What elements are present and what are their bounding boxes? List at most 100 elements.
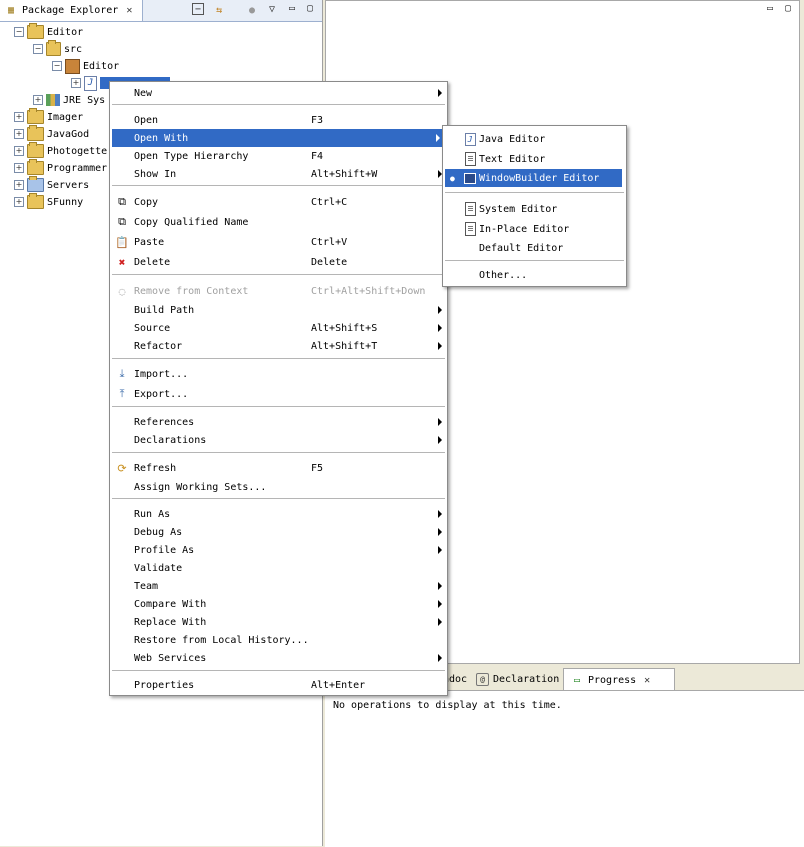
- tree-item-label: Editor: [83, 60, 120, 72]
- expand-icon[interactable]: +: [33, 95, 43, 105]
- tree-item-javagod[interactable]: + JavaGod: [14, 125, 89, 142]
- menu-item-remove-from-context[interactable]: ◌ Remove from Context Ctrl+Alt+Shift+Down: [110, 282, 447, 300]
- package-explorer-tab[interactable]: ▦ Package Explorer ✕: [0, 0, 144, 21]
- tree-item-programmer[interactable]: + Programmer: [14, 159, 107, 176]
- menu-item-debug-as[interactable]: Debug As: [110, 523, 447, 541]
- tree-item-src[interactable]: − src: [33, 40, 82, 57]
- minimize-icon[interactable]: ▭: [763, 1, 777, 15]
- menu-item-assign-working-sets[interactable]: Assign Working Sets...: [110, 478, 447, 496]
- maximize-icon[interactable]: ▢: [781, 1, 795, 15]
- menu-item-windowbuilder-editor[interactable]: ● WindowBuilder Editor: [445, 169, 622, 187]
- link-with-editor-icon[interactable]: ⇆: [212, 3, 226, 17]
- submenu-arrow-icon: [436, 134, 440, 142]
- menu-item-default-editor[interactable]: Default Editor: [443, 239, 626, 257]
- import-icon: ⤓: [119, 367, 125, 380]
- tree-item-label: Servers: [47, 179, 90, 191]
- menu-item-label: Build Path: [134, 304, 195, 316]
- view-menu-icon[interactable]: ▽: [265, 2, 279, 16]
- tree-item-label: Imager: [47, 111, 84, 123]
- menu-item-open[interactable]: Open F3: [110, 111, 447, 129]
- menu-item-copy[interactable]: ⧉ Copy Ctrl+C: [110, 193, 447, 211]
- refresh-icon: ⟳: [117, 461, 127, 475]
- menu-item-label: Other...: [479, 269, 528, 281]
- tree-item-jre[interactable]: + JRE Sys: [33, 92, 105, 108]
- expand-icon[interactable]: +: [14, 180, 24, 190]
- menu-item-web-services[interactable]: Web Services: [110, 649, 447, 667]
- menu-item-build-path[interactable]: Build Path: [110, 301, 447, 319]
- menu-item-open-with[interactable]: Open With: [112, 129, 445, 147]
- source-folder-icon: [46, 40, 61, 56]
- menu-separator: [112, 498, 445, 499]
- menu-item-export[interactable]: ⤒ Export...: [110, 385, 447, 403]
- menu-item-accelerator: Alt+Shift+S: [311, 322, 378, 334]
- tab-declaration[interactable]: @ Declaration: [470, 668, 565, 690]
- tree-item-imager[interactable]: + Imager: [14, 108, 84, 125]
- expand-icon[interactable]: +: [14, 197, 24, 207]
- menu-item-references[interactable]: References: [110, 413, 447, 431]
- tree-item-servers[interactable]: + Servers: [14, 176, 90, 193]
- menu-item-label: In-Place Editor: [479, 223, 570, 235]
- menu-item-accelerator: F4: [311, 150, 324, 162]
- menu-item-label: Assign Working Sets...: [134, 481, 267, 493]
- menu-item-compare-with[interactable]: Compare With: [110, 595, 447, 613]
- tree-item-editor-project[interactable]: − Editor: [14, 23, 83, 40]
- collapse-all-icon[interactable]: −: [192, 3, 204, 15]
- menu-item-run-as[interactable]: Run As: [110, 505, 447, 523]
- minimize-icon[interactable]: ▭: [285, 1, 299, 15]
- menu-item-refactor[interactable]: Refactor Alt+Shift+T: [110, 337, 447, 355]
- tree-item-editor-package[interactable]: − Editor: [52, 58, 119, 74]
- menu-item-properties[interactable]: Properties Alt+Enter: [110, 676, 447, 694]
- menu-item-validate[interactable]: Validate: [110, 559, 447, 577]
- collapse-icon[interactable]: −: [14, 27, 24, 37]
- close-icon[interactable]: ✕: [122, 4, 136, 18]
- menu-item-refresh[interactable]: ⟳ Refresh F5: [110, 459, 447, 477]
- menu-item-other[interactable]: Other...: [443, 266, 626, 284]
- menu-item-show-in[interactable]: Show In Alt+Shift+W: [110, 165, 447, 183]
- expand-icon[interactable]: +: [71, 78, 81, 88]
- folder-icon: [27, 176, 44, 192]
- filter-icon[interactable]: ●: [245, 3, 259, 17]
- tree-item-sfunny[interactable]: + SFunny: [14, 193, 84, 210]
- collapse-icon[interactable]: −: [33, 44, 43, 54]
- close-icon[interactable]: ✕: [640, 673, 654, 687]
- package-explorer-tabbar: ▦ Package Explorer ✕ − ⇆ ● ▽ ▭ ▢: [0, 0, 322, 22]
- menu-item-delete[interactable]: ✖ Delete Delete: [110, 253, 447, 271]
- expand-icon[interactable]: +: [14, 112, 24, 122]
- menu-item-accelerator: Alt+Shift+W: [311, 168, 378, 180]
- menu-item-source[interactable]: Source Alt+Shift+S: [110, 319, 447, 337]
- expand-icon[interactable]: +: [14, 163, 24, 173]
- progress-message: No operations to display at this time.: [333, 700, 562, 711]
- menu-item-system-editor[interactable]: System Editor: [443, 200, 626, 218]
- menu-item-copy-qualified-name[interactable]: ⧉ Copy Qualified Name: [110, 213, 447, 231]
- menu-item-profile-as[interactable]: Profile As: [110, 541, 447, 559]
- package-icon: [65, 58, 80, 74]
- tab-progress[interactable]: ▭ Progress ✕: [563, 668, 676, 691]
- menu-item-text-editor[interactable]: Text Editor: [443, 150, 626, 168]
- menu-item-new[interactable]: New: [110, 84, 447, 102]
- expand-icon[interactable]: +: [14, 129, 24, 139]
- menu-item-java-editor[interactable]: J Java Editor: [443, 130, 626, 148]
- selected-bullet-icon: ●: [450, 173, 455, 183]
- menu-item-label: Java Editor: [479, 133, 546, 145]
- menu-item-paste[interactable]: 📋 Paste Ctrl+V: [110, 233, 447, 251]
- submenu-arrow-icon: [438, 306, 442, 314]
- menu-item-label: Remove from Context: [134, 285, 249, 297]
- menu-item-restore-from-local-history[interactable]: Restore from Local History...: [110, 631, 447, 649]
- menu-separator: [112, 452, 445, 453]
- tree-item-photogette[interactable]: + Photogette: [14, 142, 107, 159]
- menu-item-label: Default Editor: [479, 242, 564, 254]
- maximize-icon[interactable]: ▢: [303, 1, 317, 15]
- menu-item-label: Profile As: [134, 544, 195, 556]
- expand-icon[interactable]: +: [14, 146, 24, 156]
- menu-item-team[interactable]: Team: [110, 577, 447, 595]
- menu-item-in-place-editor[interactable]: In-Place Editor: [443, 220, 626, 238]
- collapse-icon[interactable]: −: [52, 61, 62, 71]
- project-icon: [27, 108, 44, 124]
- menu-item-declarations[interactable]: Declarations: [110, 431, 447, 449]
- menu-item-import[interactable]: ⤓ Import...: [110, 365, 447, 383]
- tree-item-label: SFunny: [47, 196, 84, 208]
- menu-item-label: New: [134, 87, 153, 99]
- menu-item-replace-with[interactable]: Replace With: [110, 613, 447, 631]
- menu-item-open-type-hierarchy[interactable]: Open Type Hierarchy F4: [110, 147, 447, 165]
- progress-view: No operations to display at this time.: [325, 690, 804, 847]
